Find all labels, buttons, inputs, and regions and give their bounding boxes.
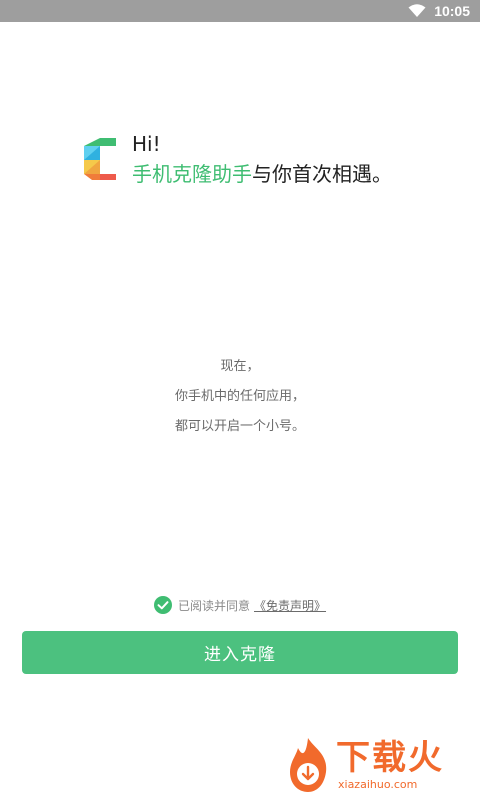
wifi-icon bbox=[408, 4, 426, 17]
greeting-line: 手机克隆助手与你首次相遇。 bbox=[132, 160, 392, 188]
agree-checkbox-icon[interactable] bbox=[153, 596, 172, 614]
flame-logo-icon bbox=[290, 738, 327, 792]
agreement: 已阅读并同意 《免责声明》 bbox=[0, 596, 480, 614]
watermark: 下载火 xiazaihuo.com bbox=[284, 736, 444, 794]
greeting-rest: 与你首次相遇。 bbox=[252, 162, 392, 186]
description-line-2: 你手机中的任何应用， bbox=[174, 389, 305, 404]
status-bar: 10:05 bbox=[0, 0, 480, 22]
watermark-url: xiazaihuo.com bbox=[338, 778, 418, 791]
screen: 10:05 Hi! 手机克隆助手与你首次相遇。 现在， 你手机中的任何应用， 都… bbox=[0, 0, 480, 800]
disclaimer-link[interactable]: 《免责声明》 bbox=[254, 597, 326, 614]
agree-text: 已阅读并同意 bbox=[177, 598, 250, 613]
enter-clone-button[interactable]: 进入克隆 bbox=[22, 631, 458, 674]
greeting-text: Hi! 手机克隆助手与你首次相遇。 bbox=[132, 132, 392, 188]
greeting-hi: Hi! bbox=[132, 132, 161, 156]
watermark-text: 下载火 xiazaihuo.com bbox=[336, 738, 444, 792]
app-name: 手机克隆助手 bbox=[132, 162, 252, 186]
greeting: Hi! 手机克隆助手与你首次相遇。 bbox=[76, 132, 392, 188]
watermark-title: 下载火 bbox=[336, 738, 444, 778]
app-logo-icon bbox=[84, 138, 116, 180]
description-line-3: 都可以开启一个小号。 bbox=[174, 419, 305, 434]
status-time: 10:05 bbox=[434, 3, 470, 19]
description-line-1: 现在， bbox=[220, 359, 260, 374]
description: 现在， 你手机中的任何应用， 都可以开启一个小号。 bbox=[0, 352, 480, 442]
